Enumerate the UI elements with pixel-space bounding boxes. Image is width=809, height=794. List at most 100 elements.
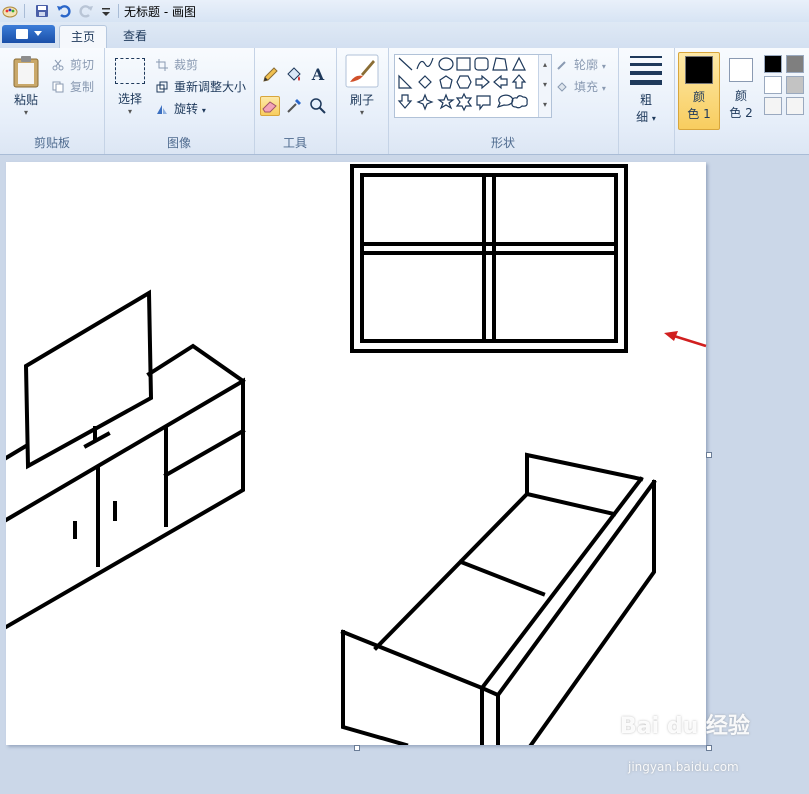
left-arrow-shape-icon[interactable] [493, 74, 508, 90]
color2-swatch [729, 58, 753, 82]
palette-swatch-empty[interactable] [764, 97, 782, 115]
magnifier-icon [310, 98, 326, 114]
chevron-down-icon: ▾ [651, 114, 656, 123]
outline-label: 轮廓 [574, 58, 599, 72]
drawing-canvas[interactable] [6, 162, 706, 745]
rotate-label: 旋转 [174, 102, 199, 116]
paste-button[interactable]: 粘贴 ▾ [6, 54, 46, 117]
magnifier-tool[interactable] [308, 96, 328, 116]
undo-icon[interactable] [56, 3, 72, 19]
hexagon-shape-icon[interactable] [456, 75, 472, 89]
clipboard-group: 粘贴 ▾ 剪切 复制 剪贴板 [0, 48, 105, 154]
clipboard-icon [13, 56, 39, 88]
four-point-star-shape-icon[interactable] [416, 93, 434, 111]
tab-view[interactable]: 查看 [112, 25, 158, 48]
five-point-star-shape-icon[interactable] [437, 93, 455, 110]
canvas-resize-handle-bottom[interactable] [354, 745, 360, 751]
select-button[interactable]: 选择 ▾ [110, 58, 150, 116]
cut-button[interactable]: 剪切 [52, 56, 94, 73]
resize-button[interactable]: 重新调整大小 [156, 78, 246, 95]
shape-fill-button[interactable]: 填充 ▾ [556, 78, 606, 95]
diamond-shape-icon[interactable] [418, 75, 432, 89]
palette-swatch-gray[interactable] [786, 55, 804, 73]
crop-label: 裁剪 [174, 58, 199, 72]
cloud-callout-shape-icon[interactable] [511, 95, 528, 109]
menu-icon [16, 29, 28, 39]
sofa-drawing [340, 452, 657, 745]
right-arrow-shape-icon[interactable] [475, 74, 490, 90]
color-picker-tool[interactable] [284, 96, 304, 116]
up-arrow-shape-icon[interactable] [511, 74, 527, 89]
right-triangle-shape-icon[interactable] [398, 74, 413, 89]
customize-toolbar-icon[interactable] [98, 3, 114, 19]
tv-cabinet-drawing [6, 343, 246, 630]
rectangle-shape-icon[interactable] [456, 57, 471, 71]
text-tool[interactable]: A [308, 65, 328, 85]
six-point-star-shape-icon[interactable] [455, 92, 473, 112]
brushes-label: 刷子 [349, 93, 374, 107]
line-width-icon [630, 56, 662, 85]
size-button[interactable]: 粗 细 ▾ [626, 56, 666, 125]
red-arrow-annotation [664, 331, 707, 348]
palette-swatch-black[interactable] [764, 55, 782, 73]
crop-icon [156, 59, 170, 71]
palette-swatch-white[interactable] [764, 76, 782, 94]
oval-callout-shape-icon[interactable] [496, 94, 514, 109]
palette-swatch-empty[interactable] [786, 97, 804, 115]
pencil-icon [263, 67, 278, 82]
image-group-label: 图像 [166, 136, 191, 150]
polygon-shape-icon[interactable] [492, 57, 508, 71]
fill-bucket-icon [287, 67, 301, 81]
tools-group-label: 工具 [282, 136, 307, 150]
eraser-tool[interactable] [260, 96, 280, 116]
paint-menu-button[interactable] [2, 25, 55, 43]
curve-shape-icon[interactable] [416, 57, 434, 70]
brushes-button[interactable]: 刷子 ▾ [340, 54, 384, 117]
color1-button[interactable]: 颜 色 1 [678, 52, 720, 130]
eraser-icon [262, 101, 277, 113]
scissors-icon [52, 59, 66, 71]
oval-shape-icon[interactable] [438, 57, 454, 71]
outline-button[interactable]: 轮廓 ▾ [556, 56, 606, 73]
triangle-shape-icon[interactable] [512, 56, 526, 71]
rotate-button[interactable]: 旋转 ▾ [156, 100, 206, 117]
ribbon-tab-row: 主页 查看 [0, 22, 809, 49]
select-label: 选择 [117, 92, 142, 106]
fill-bucket-icon [556, 81, 570, 93]
rotate-icon [156, 103, 170, 115]
canvas-resize-handle-corner[interactable] [706, 745, 712, 751]
brushes-group: 刷子 ▾ [336, 48, 389, 154]
crop-button[interactable]: 裁剪 [156, 56, 198, 73]
clipboard-group-label: 剪贴板 [33, 136, 70, 150]
pencil-tool[interactable] [260, 65, 280, 85]
paint-app-icon[interactable] [2, 3, 18, 19]
brush-icon [345, 54, 379, 88]
size-label-line1: 粗 [639, 93, 652, 107]
save-icon[interactable] [34, 3, 50, 19]
palette-swatch-light-gray[interactable] [786, 76, 804, 94]
pentagon-shape-icon[interactable] [439, 75, 453, 89]
window-drawing [350, 164, 628, 353]
outline-icon [556, 59, 570, 71]
color1-swatch [685, 56, 713, 84]
shape-fill-label: 填充 [574, 80, 599, 94]
down-arrow-shape-icon[interactable] [397, 94, 413, 109]
copy-button[interactable]: 复制 [52, 78, 94, 95]
color2-button[interactable]: 颜 色 2 [722, 52, 760, 130]
line-shape-icon[interactable] [398, 57, 413, 71]
size-group: 粗 细 ▾ [618, 48, 675, 154]
tab-home[interactable]: 主页 [59, 25, 108, 49]
shapes-scrollbar[interactable]: ▴ ▾ ▾ [538, 55, 551, 117]
color-picker-icon [287, 99, 301, 113]
fill-tool[interactable] [284, 65, 304, 85]
redo-icon[interactable] [78, 3, 94, 19]
rounded-rectangle-shape-icon[interactable] [474, 57, 489, 71]
chevron-down-icon: ▾ [201, 106, 206, 115]
chevron-down-icon: ▾ [601, 84, 606, 93]
chevron-down-icon: ▾ [359, 108, 364, 117]
chevron-down-icon [34, 31, 42, 36]
canvas-resize-handle-right[interactable] [706, 452, 712, 458]
image-group: 选择 ▾ 裁剪 重新调整大小 旋转 ▾ 图像 [104, 48, 255, 154]
tools-group: A 工具 [254, 48, 337, 154]
rounded-callout-shape-icon[interactable] [476, 95, 491, 111]
